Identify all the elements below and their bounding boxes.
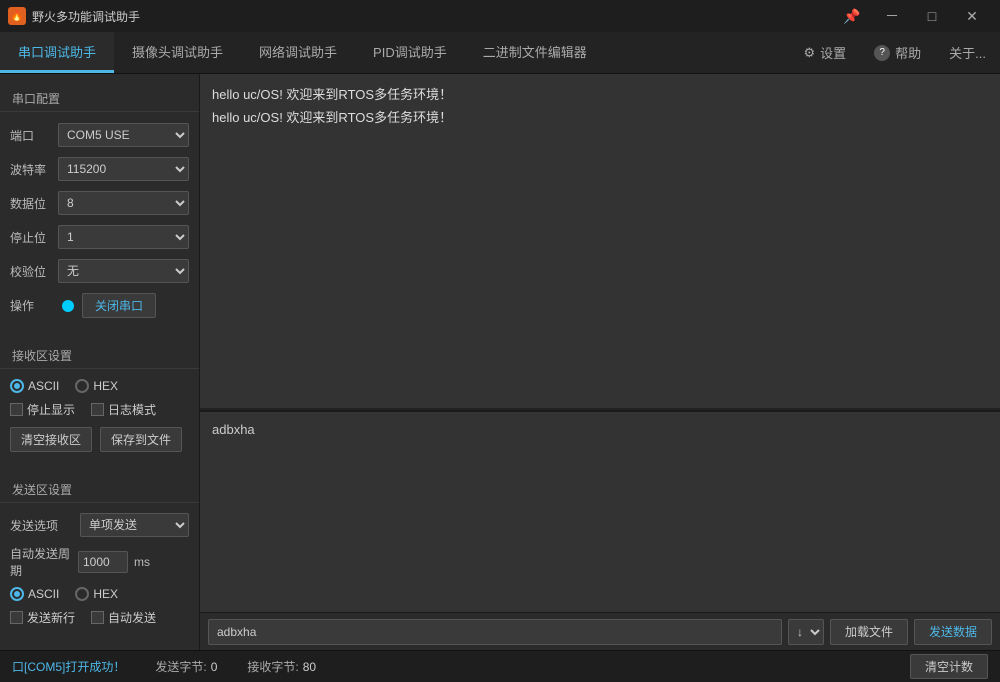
auto-send-label: 自动发送 — [108, 609, 156, 626]
recv-buttons-row: 清空接收区 保存到文件 — [0, 422, 199, 457]
period-unit: ms — [134, 555, 150, 569]
send-period-row: 自动发送周期 ms — [0, 541, 199, 583]
send-ascii-radio[interactable]: ASCII — [10, 587, 59, 601]
port-select[interactable]: COM5 USE COM1 COM2 COM3 COM4 — [58, 123, 189, 147]
stop-bits-select[interactable]: 11.52 — [58, 225, 189, 249]
send-hex-radio[interactable]: HEX — [75, 587, 118, 601]
send-ascii-radio-circle — [10, 587, 24, 601]
port-row: 端口 COM5 USE COM1 COM2 COM3 COM4 — [0, 118, 199, 152]
tab-pid[interactable]: PID调试助手 — [355, 32, 465, 73]
save-file-button[interactable]: 保存到文件 — [100, 427, 182, 452]
statusbar: 口[COM5]打开成功！ 发送字节: 0 接收字节: 80 清空计数 — [0, 650, 1000, 682]
send-ascii-label: ASCII — [28, 587, 59, 601]
maximize-button[interactable]: □ — [912, 0, 952, 32]
stop-bits-label: 停止位 — [10, 229, 54, 246]
send-config-title: 发送区设置 — [0, 473, 199, 503]
send-bytes-value: 0 — [211, 660, 218, 674]
send-period-label: 自动发送周期 — [10, 545, 72, 579]
send-hex-radio-circle — [75, 587, 89, 601]
send-data-button[interactable]: 发送数据 — [914, 619, 992, 645]
send-period-input[interactable] — [78, 551, 128, 573]
data-bits-row: 数据位 5678 — [0, 186, 199, 220]
baud-label: 波特率 — [10, 161, 54, 178]
send-input[interactable] — [208, 619, 782, 645]
tab-camera[interactable]: 摄像头调试助手 — [114, 32, 241, 73]
newline-checkbox[interactable]: 发送新行 — [10, 609, 75, 626]
parity-select[interactable]: 无奇偶 — [58, 259, 189, 283]
tab-binary-editor[interactable]: 二进制文件编辑器 — [465, 32, 605, 73]
recv-encoding-row: ASCII HEX — [0, 375, 199, 397]
tab-network[interactable]: 网络调试助手 — [241, 32, 355, 73]
send-bytes-item: 发送字节: 0 — [155, 658, 217, 675]
auto-send-checkbox-box — [91, 611, 104, 624]
settings-button[interactable]: ⚙ 设置 — [789, 32, 860, 73]
content-area: hello uc/OS! 欢迎来到RTOS多任务环境！hello uc/OS! … — [200, 74, 1000, 650]
minimize-button[interactable]: － — [872, 0, 912, 32]
send-options-row: 发送新行 自动发送 — [0, 605, 199, 630]
gear-icon: ⚙ — [803, 45, 815, 61]
send-bar: ↓ 加载文件 发送数据 — [200, 612, 1000, 650]
newline-label: 发送新行 — [27, 609, 75, 626]
send-hex-label: HEX — [93, 587, 118, 601]
recv-hex-radio[interactable]: HEX — [75, 379, 118, 393]
close-button[interactable]: ✕ — [952, 0, 992, 32]
data-bits-select[interactable]: 5678 — [58, 191, 189, 215]
close-port-button[interactable]: 关闭串口 — [82, 293, 156, 318]
recv-hex-label: HEX — [93, 379, 118, 393]
recv-ascii-label: ASCII — [28, 379, 59, 393]
log-mode-checkbox[interactable]: 日志模式 — [91, 401, 156, 418]
parity-label: 校验位 — [10, 263, 54, 280]
load-file-button[interactable]: 加载文件 — [830, 619, 908, 645]
sidebar: 串口配置 端口 COM5 USE COM1 COM2 COM3 COM4 波特率… — [0, 74, 200, 650]
recv-bytes-value: 80 — [303, 660, 316, 674]
clear-count-button[interactable]: 清空计数 — [910, 654, 988, 679]
help-button[interactable]: ? 帮助 — [860, 32, 935, 73]
send-encoding-row: ASCII HEX — [0, 583, 199, 605]
recv-ascii-radio-circle — [10, 379, 24, 393]
connection-status-dot — [62, 300, 74, 312]
log-mode-label: 日志模式 — [108, 401, 156, 418]
tab-serial[interactable]: 串口调试助手 — [0, 32, 114, 73]
main-area: 串口配置 端口 COM5 USE COM1 COM2 COM3 COM4 波特率… — [0, 74, 1000, 650]
app-icon: 🔥 — [8, 7, 26, 25]
recv-bytes-label: 接收字节: — [247, 658, 298, 675]
port-label: 端口 — [10, 127, 54, 144]
parity-row: 校验位 无奇偶 — [0, 254, 199, 288]
recv-config-title: 接收区设置 — [0, 339, 199, 369]
send-opt-row: 发送选项 单项发送 循环发送 — [0, 509, 199, 541]
baud-select[interactable]: 9600 19200 38400 57600 115200 230400 — [58, 157, 189, 181]
serial-config-title: 串口配置 — [0, 82, 199, 112]
window-controls: 📌 － □ ✕ — [832, 0, 992, 32]
stop-disp-checkbox[interactable]: 停止显示 — [10, 401, 75, 418]
pin-button[interactable]: 📌 — [832, 0, 872, 32]
op-label: 操作 — [10, 297, 54, 314]
stop-disp-label: 停止显示 — [27, 401, 75, 418]
app-title: 野火多功能调试助手 — [32, 8, 832, 25]
receive-area[interactable]: hello uc/OS! 欢迎来到RTOS多任务环境！hello uc/OS! … — [200, 74, 1000, 410]
data-bits-label: 数据位 — [10, 195, 54, 212]
stop-disp-checkbox-box — [10, 403, 23, 416]
stop-bits-row: 停止位 11.52 — [0, 220, 199, 254]
port-status-text: 口[COM5]打开成功！ — [12, 658, 125, 675]
recv-bytes-item: 接收字节: 80 — [247, 658, 316, 675]
baud-row: 波特率 9600 19200 38400 57600 115200 230400 — [0, 152, 199, 186]
send-dropdown[interactable]: ↓ — [788, 619, 824, 645]
recv-options-row: 停止显示 日志模式 — [0, 397, 199, 422]
send-opt-select[interactable]: 单项发送 循环发送 — [80, 513, 189, 537]
navbar: 串口调试助手 摄像头调试助手 网络调试助手 PID调试助手 二进制文件编辑器 ⚙… — [0, 32, 1000, 74]
auto-send-checkbox[interactable]: 自动发送 — [91, 609, 156, 626]
send-opt-label: 发送选项 — [10, 517, 72, 534]
send-area[interactable]: adbxha — [200, 412, 1000, 612]
send-bytes-label: 发送字节: — [155, 658, 206, 675]
help-icon: ? — [874, 45, 890, 61]
clear-recv-button[interactable]: 清空接收区 — [10, 427, 92, 452]
about-button[interactable]: 关于... — [935, 32, 1000, 73]
log-mode-checkbox-box — [91, 403, 104, 416]
newline-checkbox-box — [10, 611, 23, 624]
titlebar: 🔥 野火多功能调试助手 📌 － □ ✕ — [0, 0, 1000, 32]
recv-ascii-radio[interactable]: ASCII — [10, 379, 59, 393]
recv-hex-radio-circle — [75, 379, 89, 393]
operation-row: 操作 关闭串口 — [0, 288, 199, 323]
